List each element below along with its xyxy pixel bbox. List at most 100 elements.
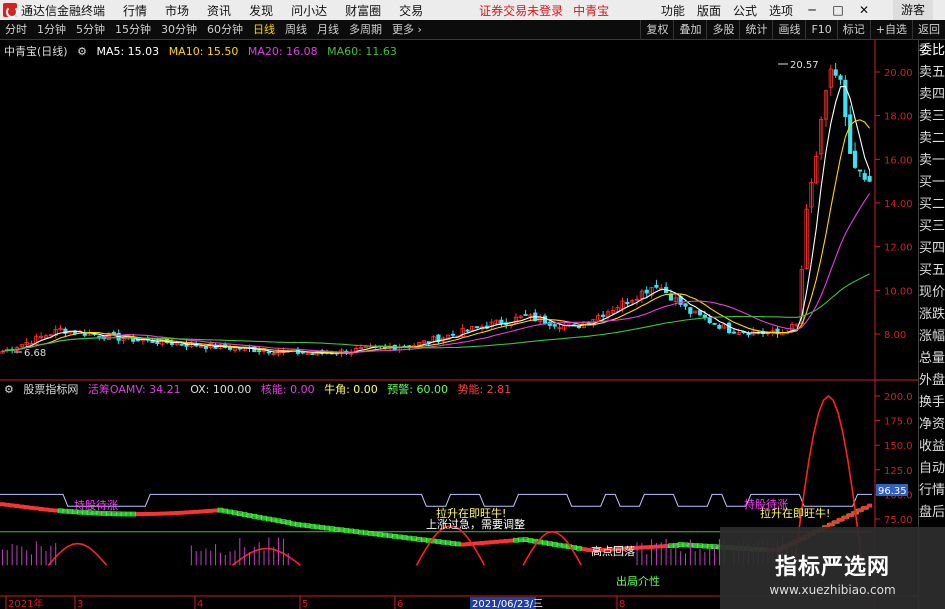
ladder-red-step <box>208 508 214 513</box>
settings-gear-icon[interactable]: ⚙ <box>77 45 87 58</box>
tool-fanhui[interactable]: 返回 <box>912 20 945 40</box>
minimize-icon[interactable]: ─ <box>805 3 819 17</box>
candle-body <box>717 324 722 329</box>
candle-body <box>833 69 838 76</box>
tool-fuquan[interactable]: 复权 <box>640 20 673 40</box>
ladder-red-step <box>198 509 204 514</box>
candle-body <box>726 322 732 334</box>
side-panel-item[interactable]: 委比 <box>919 40 945 62</box>
period-30min[interactable]: 30分钟 <box>156 20 202 40</box>
candle-body <box>867 176 872 182</box>
menu-gongshi[interactable]: 公式 <box>733 2 757 19</box>
chart-title: 中青宝(日线) <box>4 45 68 58</box>
tool-tongji[interactable]: 统计 <box>739 20 772 40</box>
guest-button[interactable]: 游客 <box>892 0 933 20</box>
candle-body <box>257 350 262 353</box>
period-fenshi[interactable]: 分时 <box>0 20 32 40</box>
ladder-red-step <box>828 522 834 527</box>
side-panel-item[interactable]: 自动 <box>919 458 945 480</box>
side-panel-item[interactable]: 涨幅 <box>919 326 945 348</box>
side-panel-item[interactable]: 卖四 <box>919 84 945 106</box>
current-stock-name: 中青宝 <box>573 3 610 18</box>
menu-xuanxiang[interactable]: 选项 <box>769 2 793 19</box>
tool-duogu[interactable]: 多股 <box>706 20 739 40</box>
side-panel-item[interactable]: 盘后 <box>919 502 945 524</box>
tool-f10[interactable]: F10 <box>805 20 836 40</box>
ladder-red-step <box>14 504 20 509</box>
legend-ma60: MA60: 11.63 <box>327 45 397 58</box>
main-legend: 中青宝(日线) ⚙ MA5: 15.03 MA10: 15.50 MA20: 1… <box>4 43 403 58</box>
menu-hangqing[interactable]: 行情 <box>123 2 147 19</box>
date-tick-label: 2021年 <box>8 597 43 609</box>
side-panel-item[interactable]: 卖一 <box>919 150 945 172</box>
indicator-current-value: 96.35 <box>878 486 907 497</box>
side-panel-item[interactable]: 买三 <box>919 216 945 238</box>
candle-body <box>838 75 843 80</box>
tool-biaoji[interactable]: 标记 <box>836 20 870 40</box>
side-panel-item[interactable]: 净资 <box>919 414 945 436</box>
side-panel-item[interactable]: 卖三 <box>919 106 945 128</box>
price-tick-label: 10.00 <box>884 286 913 297</box>
price-tick-label: 12.00 <box>884 243 913 254</box>
login-status[interactable]: 证券交易未登录 <box>479 2 563 19</box>
period-60min[interactable]: 60分钟 <box>202 20 248 40</box>
side-panel-item[interactable]: 买二 <box>919 194 945 216</box>
menu-jiaoyi[interactable]: 交易 <box>399 2 423 19</box>
side-panel-item[interactable]: 卖二 <box>919 128 945 150</box>
indicator-axis: 200.0175.0150.0125.0100.075.00 <box>875 392 913 526</box>
ma5-line <box>2 85 871 354</box>
candle-body <box>499 319 504 325</box>
tool-zixuan[interactable]: +自选 <box>869 20 912 40</box>
side-panel-item[interactable]: 买五 <box>919 260 945 282</box>
tool-huaxian[interactable]: 画线 <box>772 20 805 40</box>
side-panel-item[interactable]: 行情 <box>919 480 945 502</box>
menu-zixun[interactable]: 资讯 <box>207 2 231 19</box>
ladder-red-step <box>581 547 587 552</box>
ladder-red-step <box>164 511 170 516</box>
date-tick-label: 8 <box>619 599 625 609</box>
period-daily[interactable]: 日线 <box>248 20 280 40</box>
menu-wenxiaoda[interactable]: 问小达 <box>291 2 327 19</box>
tool-diejia[interactable]: 叠加 <box>673 20 706 40</box>
menu-faxian[interactable]: 发现 <box>249 2 273 19</box>
ladder-red-step <box>135 512 141 517</box>
side-panel-item[interactable]: 换手 <box>919 392 945 414</box>
indicator-title: 股票指标网 <box>23 383 79 396</box>
ladder-red-step <box>862 505 868 510</box>
period-multi[interactable]: 多周期 <box>344 20 387 40</box>
period-5min[interactable]: 5分钟 <box>71 20 110 40</box>
kline-chart[interactable]: 20.00 18.00 16.00 14.00 12.00 10.00 8.00 200.0… <box>0 40 918 609</box>
ladder-red-step <box>184 510 189 515</box>
menu-gongneng[interactable]: 功能 <box>661 2 685 19</box>
menu-banmian[interactable]: 版面 <box>697 2 721 19</box>
ladder-red-step <box>479 541 485 546</box>
menu-caifuquan[interactable]: 财富圈 <box>345 2 381 19</box>
menu-shichang[interactable]: 市场 <box>165 2 189 19</box>
candle-body <box>707 317 712 324</box>
side-panel-item[interactable]: 总量 <box>919 348 945 370</box>
period-monthly[interactable]: 月线 <box>312 20 344 40</box>
close-icon[interactable]: ✕ <box>857 3 871 17</box>
indicator-tick-label: 175.0 <box>884 417 913 428</box>
potential-hump <box>231 547 301 566</box>
period-15min[interactable]: 15分钟 <box>110 20 156 40</box>
legend-ma20: MA20: 16.08 <box>247 45 318 58</box>
side-panel-item[interactable]: 买一 <box>919 172 945 194</box>
chart-area[interactable]: 20.00 18.00 16.00 14.00 12.00 10.00 8.00 200.0… <box>0 40 918 609</box>
legend-niujiao: 牛角: 0.00 <box>324 383 378 396</box>
ladder-red-step <box>503 539 509 544</box>
maximize-icon[interactable]: □ <box>831 3 845 17</box>
side-panel-item[interactable]: 买四 <box>919 238 945 260</box>
side-panel-item[interactable]: 卖五 <box>919 62 945 84</box>
side-panel-item[interactable]: 现价 <box>919 282 945 304</box>
side-panel-item[interactable]: 外盘 <box>919 370 945 392</box>
indicator-legend: ⚙ 股票指标网 活筹OAMV: 34.21 OX: 100.00 核能: 0.0… <box>4 381 517 396</box>
side-panel-item[interactable]: 收益 <box>919 436 945 458</box>
period-1min[interactable]: 1分钟 <box>32 20 71 40</box>
gear-icon[interactable]: ⚙ <box>4 383 14 396</box>
ladder-red-step <box>33 506 39 511</box>
period-weekly[interactable]: 周线 <box>280 20 312 40</box>
chevron-right-icon: › <box>417 22 422 36</box>
period-more[interactable]: 更多 › <box>387 20 427 40</box>
side-panel-item[interactable]: 涨跌 <box>919 304 945 326</box>
